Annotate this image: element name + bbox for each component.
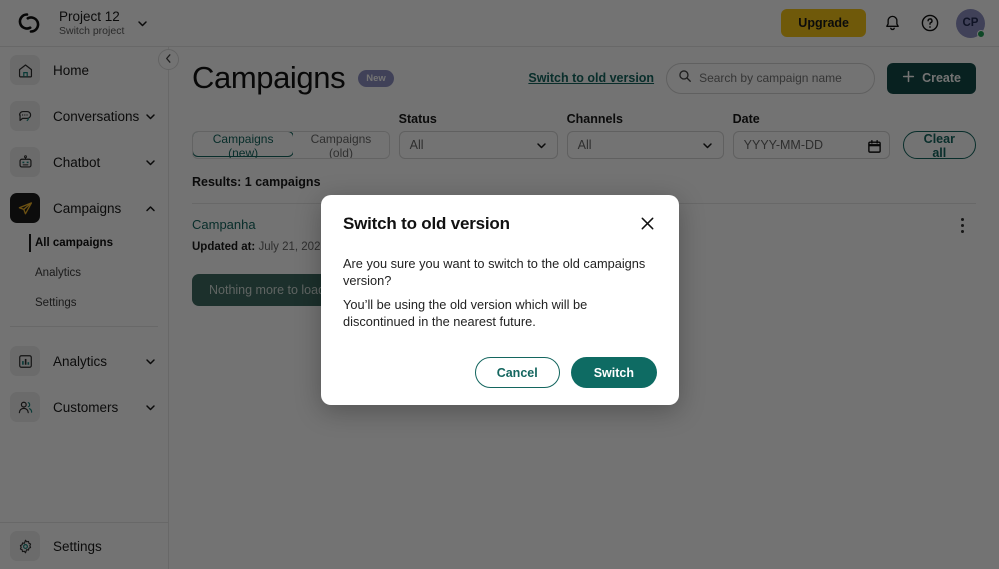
modal-footer: Cancel Switch <box>343 357 657 388</box>
modal-paragraph-1: Are you sure you want to switch to the o… <box>343 255 657 289</box>
cancel-button[interactable]: Cancel <box>475 357 560 388</box>
modal-title: Switch to old version <box>343 214 510 234</box>
switch-button[interactable]: Switch <box>571 357 657 388</box>
close-icon[interactable] <box>638 214 657 233</box>
switch-version-modal: Switch to old version Are you sure you w… <box>321 195 679 405</box>
modal-header: Switch to old version <box>343 214 657 234</box>
modal-body: Are you sure you want to switch to the o… <box>343 255 657 330</box>
modal-paragraph-2: You’ll be using the old version which wi… <box>343 296 657 330</box>
app-root: Project 12 Switch project Upgrade <box>0 0 999 569</box>
